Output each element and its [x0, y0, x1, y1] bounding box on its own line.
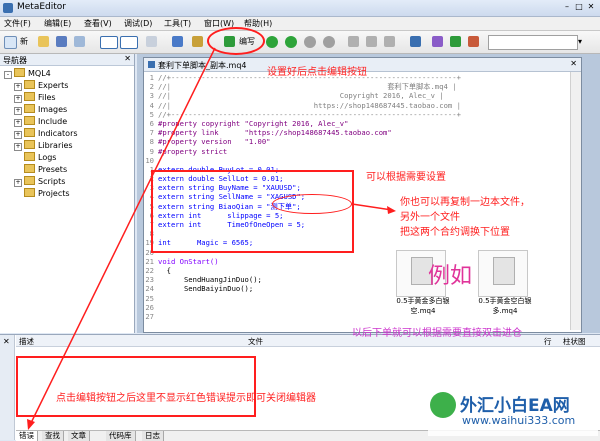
arrowhead-icon	[27, 419, 35, 430]
arrowhead-icon	[387, 206, 396, 214]
watermark-url: www.waihui333.com	[462, 414, 576, 427]
later-note: 以后下单就可以根据需要直接双击进仓	[352, 328, 522, 339]
watermark-logo-icon	[430, 392, 456, 418]
watermark: 外汇小白EA网 www.waihui333.com	[428, 390, 598, 436]
example-label: 例如	[428, 264, 473, 289]
file1-label: 0.5手黄金多白银空.mq4	[396, 297, 450, 315]
file2-label: 0.5手黄金空白银多.mq4	[478, 297, 532, 315]
bottom-note: 点击编辑按钮之后这里不显示红色错误提示即可关闭编辑器	[56, 393, 316, 404]
file-card-gold-short[interactable]	[478, 250, 528, 297]
file-icon	[493, 257, 515, 285]
toolbox-highlight	[16, 356, 256, 417]
arrow-to-copy-note	[351, 203, 393, 211]
watermark-text: 外汇小白EA网	[460, 396, 570, 416]
